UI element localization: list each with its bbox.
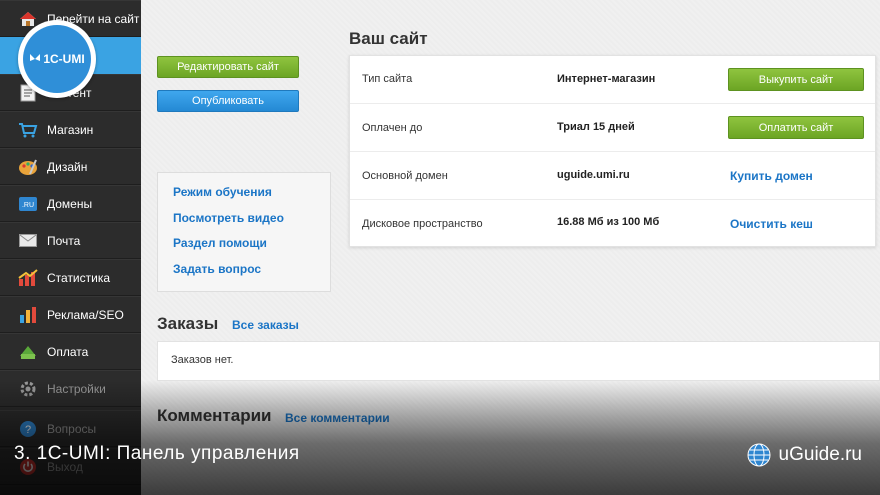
clear-cache-link[interactable]: Очистить кеш [730, 217, 813, 231]
globe-icon [747, 443, 771, 467]
row-value: 16.88 Мб из 100 Мб [557, 216, 660, 228]
sidebar-item-label: Почта [47, 233, 81, 248]
ask-question-link[interactable]: Задать вопрос [173, 262, 261, 276]
bar-chart-icon [18, 305, 38, 325]
brand-logo[interactable]: 1C-UMI [18, 20, 96, 98]
chart-icon [18, 268, 38, 288]
sidebar-item-label: Домены [47, 196, 93, 211]
sidebar-item-settings[interactable]: Настройки [0, 370, 141, 407]
comments-title: Комментарии [157, 406, 272, 425]
slide-caption: 3. 1C-UMI: Панель управления [14, 443, 300, 464]
all-comments-link[interactable]: Все комментарии [285, 411, 390, 425]
tutorial-mode-link[interactable]: Режим обучения [173, 185, 272, 199]
gear-icon [18, 379, 38, 399]
sidebar-item-label: Оплата [47, 344, 89, 359]
orders-panel: Заказов нет. [157, 341, 880, 381]
sidebar-item-label: Реклама/SEO [47, 307, 124, 322]
svg-text:?: ? [25, 424, 31, 436]
publish-button[interactable]: Опубликовать [157, 90, 299, 112]
site-section-title: Ваш сайт [349, 29, 428, 48]
watch-video-link[interactable]: Посмотреть видео [173, 211, 284, 225]
help-links-panel: Режим обучения Посмотреть видео Раздел п… [157, 172, 331, 292]
sidebar-item-statistics[interactable]: Статистика [0, 259, 141, 296]
site-info-row: Оплачен до Триал 15 дней Оплатить сайт [350, 104, 875, 152]
site-info-row: Основной домен uguide.umi.ru Купить доме… [350, 152, 875, 200]
sidebar-item-label: Статистика [47, 270, 111, 285]
money-icon [18, 342, 38, 362]
help-icon: ? [18, 419, 38, 439]
row-value: Триал 15 дней [557, 121, 635, 133]
row-label: Тип сайта [362, 73, 413, 85]
site-info-panel: Тип сайта Интернет-магазин Выкупить сайт… [349, 55, 876, 247]
row-label: Основной домен [362, 170, 448, 182]
site-info-row: Тип сайта Интернет-магазин Выкупить сайт [350, 56, 875, 104]
orders-empty-text: Заказов нет. [171, 354, 234, 366]
palette-icon [18, 157, 38, 177]
edit-site-button[interactable]: Редактировать сайт [157, 56, 299, 78]
buy-site-button[interactable]: Выкупить сайт [728, 68, 864, 91]
cart-icon [18, 120, 38, 140]
sidebar-item-seo[interactable]: Реклама/SEO [0, 296, 141, 333]
buy-domain-link[interactable]: Купить домен [730, 169, 813, 183]
orders-title: Заказы [157, 314, 219, 333]
row-value: Интернет-магазин [557, 73, 656, 85]
sidebar-item-label: Настройки [47, 381, 106, 396]
sidebar-item-payment[interactable]: Оплата [0, 333, 141, 370]
row-value: uguide.umi.ru [557, 169, 630, 181]
sidebar-item-domains[interactable]: .RU Домены [0, 185, 141, 222]
butterfly-icon [30, 54, 41, 61]
sidebar-item-design[interactable]: Дизайн [0, 148, 141, 185]
help-section-link[interactable]: Раздел помощи [173, 236, 267, 250]
row-label: Оплачен до [362, 122, 423, 134]
pay-site-button[interactable]: Оплатить сайт [728, 116, 864, 139]
brand-text: uGuide.ru [778, 444, 862, 465]
sidebar-item-shop[interactable]: Магазин [0, 111, 141, 148]
ru-domain-icon: .RU [18, 194, 38, 214]
brand-watermark: uGuide.ru [747, 443, 862, 467]
site-info-row: Дисковое пространство 16.88 Мб из 100 Мб… [350, 200, 875, 248]
sidebar-item-questions[interactable]: ? Вопросы [0, 410, 141, 447]
sidebar-item-mail[interactable]: Почта [0, 222, 141, 259]
logo-text: 1C-UMI [43, 52, 85, 66]
sidebar-item-label: Вопросы [47, 421, 97, 436]
all-orders-link[interactable]: Все заказы [232, 318, 299, 332]
sidebar-item-label: Магазин [47, 122, 94, 137]
envelope-icon [18, 231, 38, 251]
sidebar-item-label: Дизайн [47, 159, 88, 174]
logo-mark: 1C-UMI [23, 25, 91, 93]
sidebar: Перейти на сайт Контент Магазин Дизайн .… [0, 0, 141, 495]
row-label: Дисковое пространство [362, 218, 483, 230]
svg-text:.RU: .RU [22, 202, 34, 209]
